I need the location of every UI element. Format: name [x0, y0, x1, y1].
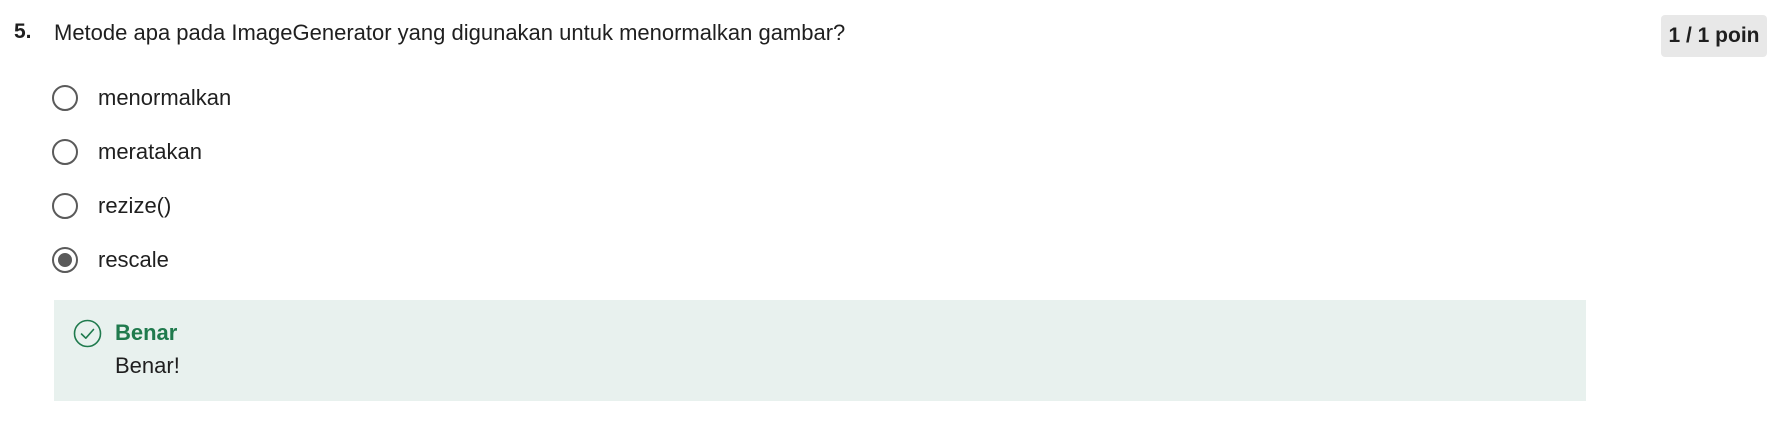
radio-button[interactable] — [52, 139, 78, 165]
radio-button-selected[interactable] — [52, 247, 78, 273]
radio-button[interactable] — [52, 193, 78, 219]
radio-selected-dot — [58, 253, 72, 267]
option-meratakan[interactable]: meratakan — [52, 137, 231, 167]
option-label: meratakan — [98, 139, 202, 164]
points-badge: 1 / 1 poin — [1661, 15, 1767, 57]
option-menormalkan[interactable]: menormalkan — [52, 83, 231, 113]
feedback-title: Benar — [115, 320, 178, 345]
option-rezize[interactable]: rezize() — [52, 191, 231, 221]
question-text: Metode apa pada ImageGenerator yang digu… — [54, 20, 846, 45]
feedback-correct: Benar Benar! — [54, 300, 1586, 401]
check-circle-icon — [73, 319, 102, 348]
option-label: rezize() — [98, 193, 172, 218]
feedback-message: Benar! — [115, 353, 180, 378]
option-rescale[interactable]: rescale — [52, 245, 231, 275]
radio-button[interactable] — [52, 85, 78, 111]
option-label: menormalkan — [98, 85, 232, 110]
answer-options: menormalkan meratakan rezize() rescale — [52, 83, 231, 299]
option-label: rescale — [98, 247, 169, 272]
question-number: 5. — [14, 20, 32, 43]
